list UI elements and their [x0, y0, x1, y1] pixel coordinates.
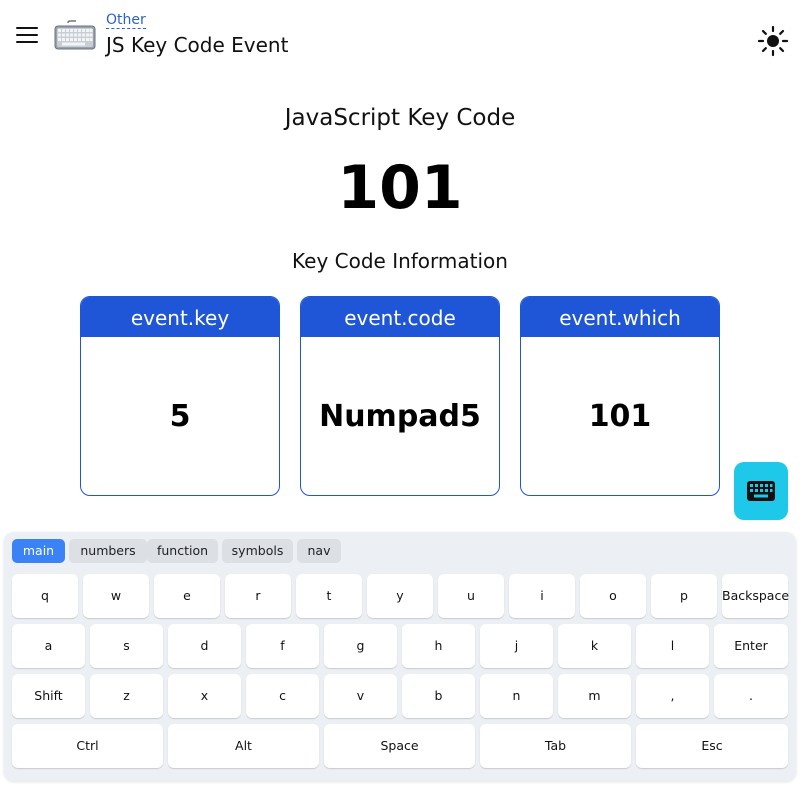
- virtual-keyboard: main numbers function symbols nav q w e …: [4, 532, 796, 781]
- kb-tab-nav[interactable]: nav: [297, 539, 341, 563]
- key-y[interactable]: y: [367, 574, 433, 618]
- page-title: JS Key Code Event: [106, 33, 289, 57]
- card-label: event.code: [301, 297, 499, 337]
- card-value: 5: [169, 398, 191, 434]
- key-space[interactable]: Space: [324, 724, 475, 768]
- hamburger-menu-icon[interactable]: [16, 27, 38, 45]
- kb-tab-numbers[interactable]: numbers: [69, 539, 147, 563]
- key-i[interactable]: i: [509, 574, 575, 618]
- key-a[interactable]: a: [12, 624, 85, 668]
- key-k[interactable]: k: [558, 624, 631, 668]
- key-r[interactable]: r: [225, 574, 291, 618]
- key-p[interactable]: p: [651, 574, 717, 618]
- key-n[interactable]: n: [480, 674, 553, 718]
- key-d[interactable]: d: [168, 624, 241, 668]
- toggle-keyboard-button[interactable]: [734, 462, 788, 520]
- key-w[interactable]: w: [83, 574, 149, 618]
- key-f[interactable]: f: [246, 624, 319, 668]
- key-comma[interactable]: ,: [636, 674, 709, 718]
- section-heading: JavaScript Key Code: [284, 105, 516, 131]
- keyboard-icon: [54, 20, 96, 50]
- key-period[interactable]: .: [714, 674, 788, 718]
- kb-tab-main[interactable]: main: [12, 539, 65, 563]
- kb-tab-function[interactable]: function: [147, 539, 218, 563]
- key-t[interactable]: t: [296, 574, 362, 618]
- key-q[interactable]: q: [12, 574, 78, 618]
- event-which-card: event.which 101: [520, 296, 720, 496]
- event-code-card: event.code Numpad5: [300, 296, 500, 496]
- key-shift[interactable]: Shift: [12, 674, 85, 718]
- key-h[interactable]: h: [402, 624, 475, 668]
- key-l[interactable]: l: [636, 624, 709, 668]
- key-alt[interactable]: Alt: [168, 724, 319, 768]
- info-heading: Key Code Information: [292, 249, 508, 273]
- key-e[interactable]: e: [154, 574, 220, 618]
- key-g[interactable]: g: [324, 624, 397, 668]
- key-x[interactable]: x: [168, 674, 241, 718]
- card-label: event.which: [521, 297, 719, 337]
- key-enter[interactable]: Enter: [714, 624, 788, 668]
- key-b[interactable]: b: [402, 674, 475, 718]
- card-label: event.key: [81, 297, 279, 337]
- key-s[interactable]: s: [90, 624, 163, 668]
- breadcrumb-link-other[interactable]: Other: [106, 12, 146, 29]
- key-v[interactable]: v: [324, 674, 397, 718]
- key-tab[interactable]: Tab: [480, 724, 631, 768]
- key-j[interactable]: j: [480, 624, 553, 668]
- key-code-value: 101: [337, 153, 463, 223]
- key-m[interactable]: m: [558, 674, 631, 718]
- key-c[interactable]: c: [246, 674, 319, 718]
- card-value: Numpad5: [319, 398, 481, 434]
- card-value: 101: [588, 398, 652, 434]
- key-u[interactable]: u: [438, 574, 504, 618]
- event-key-card: event.key 5: [80, 296, 280, 496]
- kb-tab-symbols[interactable]: symbols: [222, 539, 293, 563]
- sun-icon[interactable]: [756, 24, 790, 58]
- key-backspace[interactable]: Backspace: [722, 574, 789, 618]
- key-ctrl[interactable]: Ctrl: [12, 724, 163, 768]
- keyboard-icon: [747, 481, 775, 501]
- app-header: Other JS Key Code Event: [0, 0, 800, 80]
- key-z[interactable]: z: [90, 674, 163, 718]
- key-o[interactable]: o: [580, 574, 646, 618]
- key-esc[interactable]: Esc: [636, 724, 788, 768]
